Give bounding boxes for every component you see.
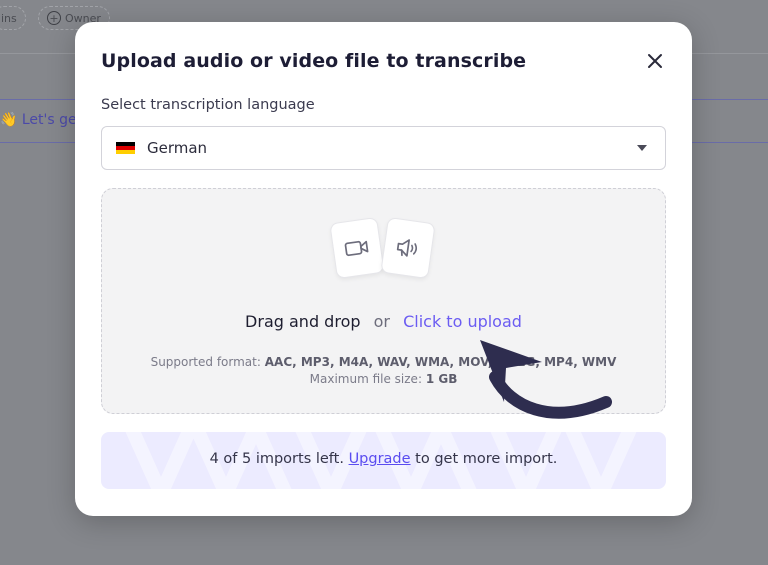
- modal-title: Upload audio or video file to transcribe: [101, 50, 527, 72]
- or-text: or: [373, 312, 390, 331]
- imports-suffix: to get more import.: [415, 451, 558, 467]
- language-label: Select transcription language: [101, 97, 315, 113]
- caret-down-icon: [637, 145, 647, 151]
- video-camera-icon: [344, 240, 369, 257]
- drag-drop-text: Drag and drop: [245, 312, 361, 331]
- imports-banner: 4 of 5 imports left. Upgrade to get more…: [101, 432, 666, 489]
- upload-modal: Upload audio or video file to transcribe…: [75, 22, 692, 516]
- language-select[interactable]: German: [101, 126, 666, 170]
- drag-drop-row: Drag and drop or Click to upload: [102, 312, 665, 331]
- plus-icon: +: [47, 11, 61, 25]
- bg-chip-label: ins: [1, 11, 17, 25]
- bg-filter-chip: ins: [0, 6, 26, 30]
- speaker-icon: [396, 239, 418, 257]
- formats-label: Supported format:: [150, 355, 261, 369]
- germany-flag-icon: [116, 141, 135, 155]
- bg-banner-text: 👋 Let's ge: [0, 112, 77, 128]
- pointer-arrow-icon: [480, 340, 612, 419]
- imports-count: 4 of 5 imports left.: [209, 451, 344, 467]
- audio-tile: [380, 216, 436, 280]
- upgrade-link[interactable]: Upgrade: [349, 451, 411, 467]
- close-icon: [648, 54, 662, 68]
- language-value: German: [147, 139, 208, 157]
- imports-text: 4 of 5 imports left. Upgrade to get more…: [101, 451, 666, 467]
- flag-stripe: [116, 150, 135, 155]
- click-to-upload-link[interactable]: Click to upload: [403, 312, 522, 331]
- video-tile: [329, 216, 385, 280]
- close-button[interactable]: [646, 52, 664, 70]
